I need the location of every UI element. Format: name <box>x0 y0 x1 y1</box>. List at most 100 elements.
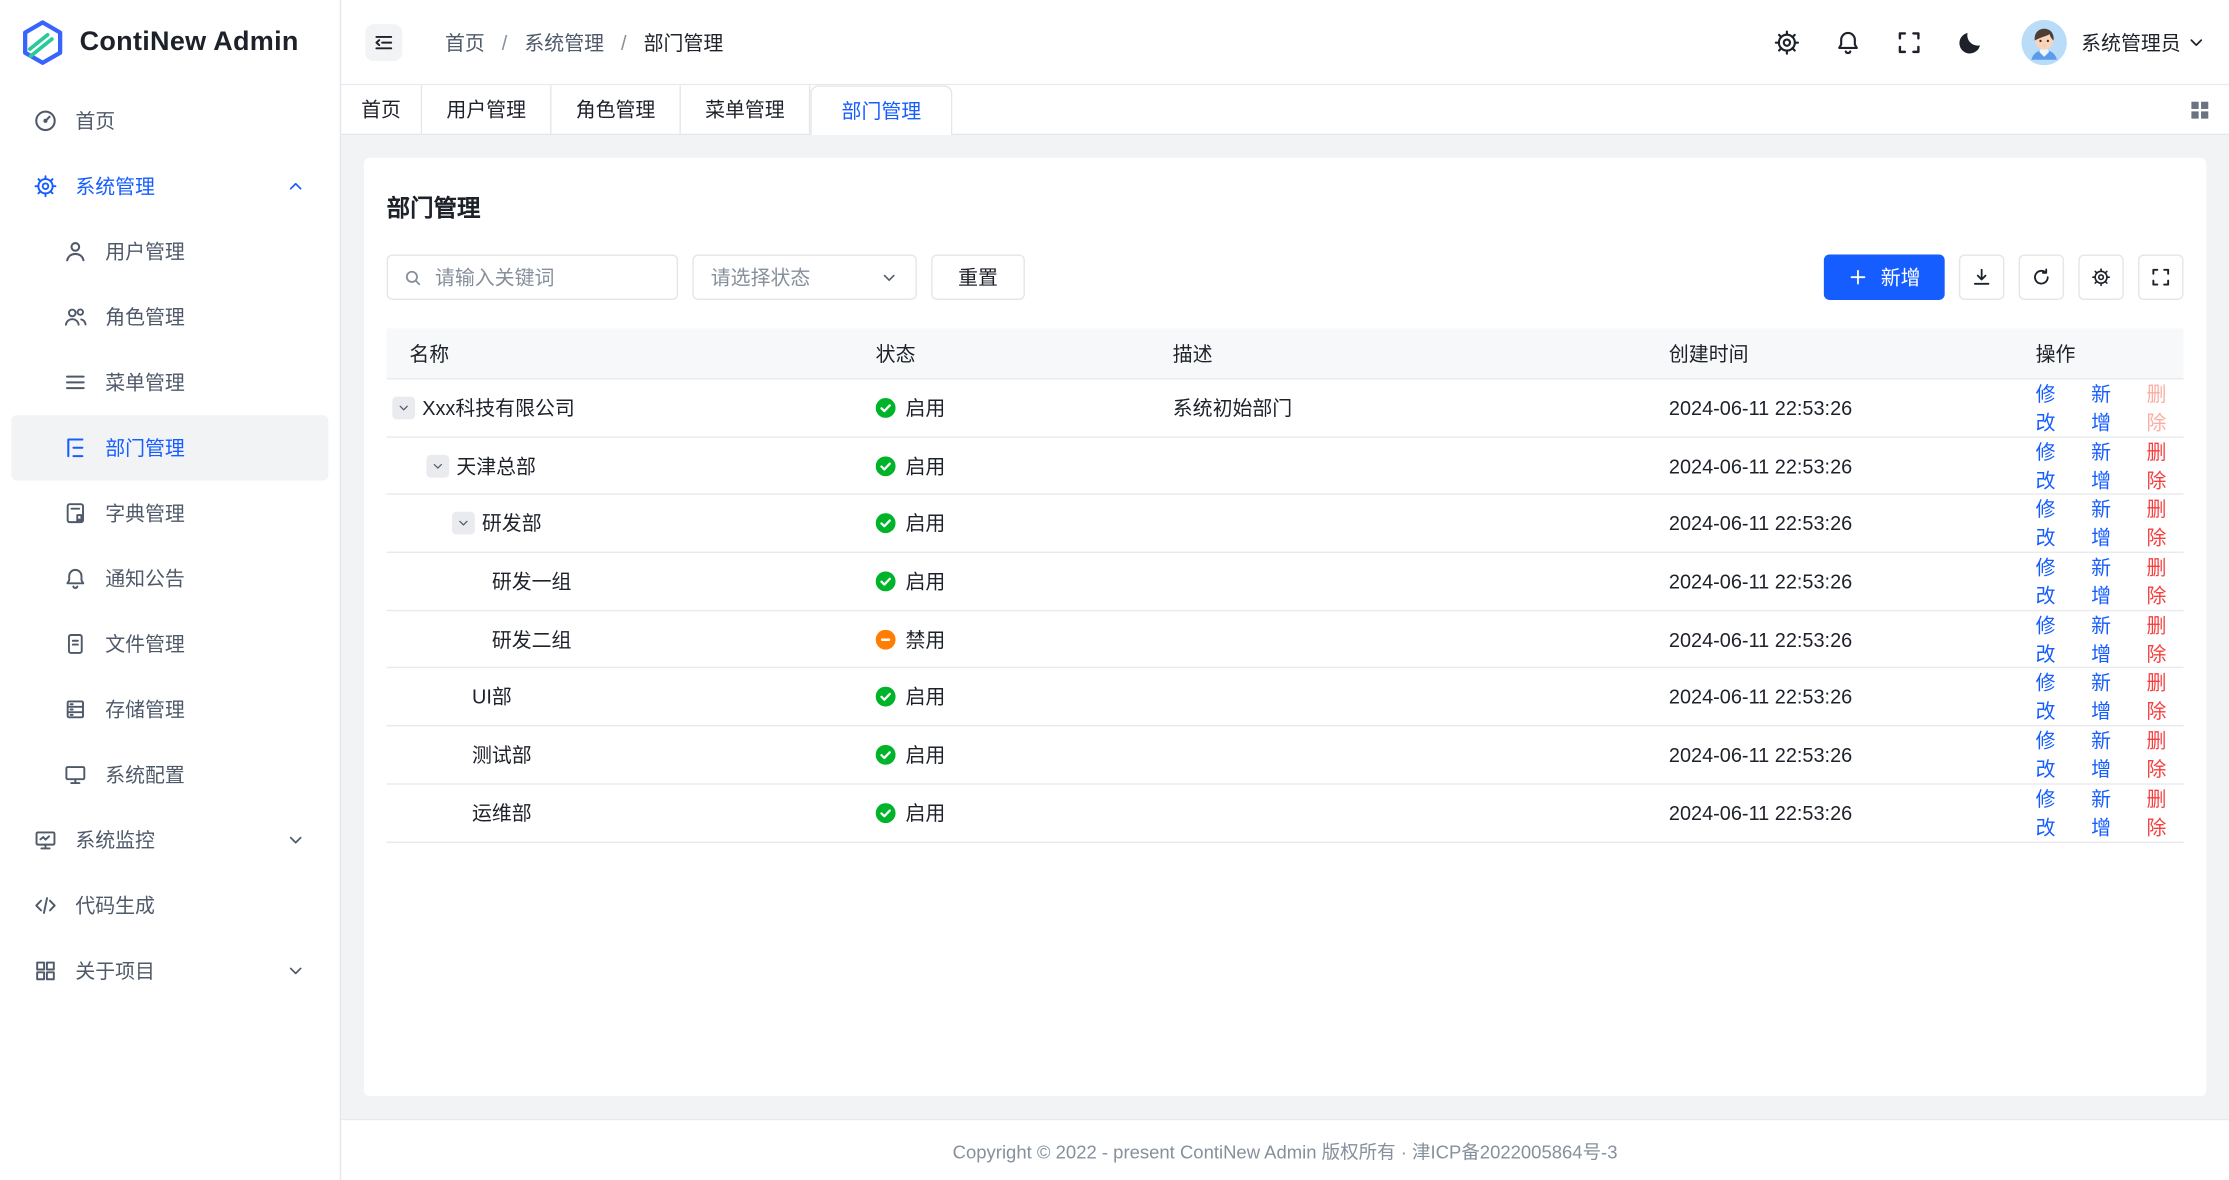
search-icon <box>402 267 423 288</box>
status-disabled-icon <box>876 629 896 649</box>
department-name: UI部 <box>472 683 512 711</box>
tab-home[interactable]: 首页 <box>341 85 422 133</box>
sidebar-item-label: 用户管理 <box>105 237 328 265</box>
sidebar-item-label: 存储管理 <box>105 695 328 723</box>
delete-link[interactable]: 删除 <box>2147 611 2184 668</box>
created-time: 2024-06-11 22:53:26 <box>1646 512 2013 535</box>
department-name: 天津总部 <box>456 451 536 479</box>
sidebar-item-system-config[interactable]: 系统配置 <box>11 742 328 807</box>
add-child-link[interactable]: 新增 <box>2091 669 2128 726</box>
notifications-bell-icon[interactable] <box>1834 28 1862 56</box>
toolbar-right: 新增 <box>1824 254 2184 299</box>
add-child-link[interactable]: 新增 <box>2091 611 2128 668</box>
edit-link[interactable]: 修改 <box>2036 553 2073 610</box>
sidebar-item-file-management[interactable]: 文件管理 <box>11 611 328 676</box>
tab-list-grid-icon[interactable] <box>2188 85 2212 133</box>
dark-mode-moon-icon[interactable] <box>1956 28 1984 56</box>
status-enabled-icon <box>876 513 896 533</box>
table-row: 天津总部 启用 2024-06-11 22:53:26 修改新增删除 <box>387 437 2184 495</box>
monitor-chart-icon <box>33 827 59 853</box>
edit-link[interactable]: 修改 <box>2036 611 2073 668</box>
add-child-link[interactable]: 新增 <box>2091 726 2128 783</box>
chevron-down-icon[interactable] <box>2186 32 2206 52</box>
status-select-placeholder: 请选择状态 <box>711 263 880 291</box>
delete-link[interactable]: 删除 <box>2147 437 2184 494</box>
refresh-button[interactable] <box>2019 254 2064 299</box>
sidebar-collapse-button[interactable] <box>365 23 402 60</box>
sidebar-item-system-monitor[interactable]: 系统监控 <box>11 807 328 872</box>
status-select[interactable]: 请选择状态 <box>692 254 917 299</box>
export-download-button[interactable] <box>1959 254 2004 299</box>
breadcrumb-home[interactable]: 首页 <box>445 28 485 56</box>
fullscreen-icon[interactable] <box>1895 28 1923 56</box>
table-row: 运维部 启用 2024-06-11 22:53:26 修改新增删除 <box>387 784 2184 842</box>
department-name: 研发部 <box>482 509 542 537</box>
logo[interactable]: ContiNew Admin <box>0 0 340 85</box>
tree-icon <box>63 435 89 461</box>
delete-link[interactable]: 删除 <box>2147 553 2184 610</box>
gear-icon <box>33 173 59 199</box>
tab-department-management[interactable]: 部门管理 <box>810 85 952 135</box>
delete-link[interactable]: 删除 <box>2147 726 2184 783</box>
search-input[interactable]: 请输入关键词 <box>387 254 678 299</box>
tab-user-management[interactable]: 用户管理 <box>422 85 551 133</box>
sidebar-item-notice[interactable]: 通知公告 <box>11 546 328 611</box>
breadcrumb-separator: / <box>621 31 627 54</box>
edit-link[interactable]: 修改 <box>2036 784 2073 841</box>
sidebar-item-code-generation[interactable]: 代码生成 <box>11 873 328 938</box>
delete-link[interactable]: 删除 <box>2147 495 2184 552</box>
edit-link[interactable]: 修改 <box>2036 495 2073 552</box>
add-child-link[interactable]: 新增 <box>2091 437 2128 494</box>
breadcrumb-current: 部门管理 <box>644 28 724 56</box>
settings-icon[interactable] <box>1773 28 1801 56</box>
edit-link[interactable]: 修改 <box>2036 726 2073 783</box>
tree-collapse-icon[interactable] <box>452 512 475 535</box>
sidebar-item-role-management[interactable]: 角色管理 <box>11 284 328 349</box>
sidebar-item-menu-management[interactable]: 菜单管理 <box>11 350 328 415</box>
tree-collapse-icon[interactable] <box>426 454 449 477</box>
sidebar-item-about-project[interactable]: 关于项目 <box>11 938 328 1003</box>
breadcrumb-system-management[interactable]: 系统管理 <box>524 28 604 56</box>
chevron-down-icon <box>286 961 306 981</box>
breadcrumb: 首页 / 系统管理 / 部门管理 <box>445 28 723 56</box>
tab-menu-management[interactable]: 菜单管理 <box>681 85 810 133</box>
edit-link[interactable]: 修改 <box>2036 669 2073 726</box>
add-child-link[interactable]: 新增 <box>2091 379 2128 436</box>
tree-collapse-icon[interactable] <box>392 396 415 419</box>
add-child-link[interactable]: 新增 <box>2091 784 2128 841</box>
bell-icon <box>63 566 89 592</box>
avatar[interactable] <box>2021 19 2066 64</box>
column-header-status: 状态 <box>853 339 1150 367</box>
status-label: 启用 <box>906 394 946 422</box>
chevron-down-icon <box>880 268 898 286</box>
column-settings-button[interactable] <box>2078 254 2123 299</box>
sidebar-item-home[interactable]: 首页 <box>11 88 328 153</box>
add-button[interactable]: 新增 <box>1824 254 1945 299</box>
delete-link[interactable]: 删除 <box>2147 784 2184 841</box>
sidebar-item-storage-management[interactable]: 存储管理 <box>11 677 328 742</box>
edit-link[interactable]: 修改 <box>2036 379 2073 436</box>
status-enabled-icon <box>876 571 896 591</box>
reset-button[interactable]: 重置 <box>931 254 1025 299</box>
add-child-link[interactable]: 新增 <box>2091 553 2128 610</box>
dashboard-icon <box>33 108 59 134</box>
plus-icon <box>1848 267 1868 287</box>
table-fullscreen-button[interactable] <box>2138 254 2183 299</box>
edit-link[interactable]: 修改 <box>2036 437 2073 494</box>
app-title: ContiNew Admin <box>80 27 299 58</box>
tab-role-management[interactable]: 角色管理 <box>552 85 681 133</box>
add-child-link[interactable]: 新增 <box>2091 495 2128 552</box>
sidebar-item-label: 代码生成 <box>75 891 328 919</box>
sidebar-item-user-management[interactable]: 用户管理 <box>11 219 328 284</box>
username[interactable]: 系统管理员 <box>2081 28 2181 56</box>
main-area: 首页 / 系统管理 / 部门管理 <box>341 0 2229 1180</box>
department-card: 部门管理 请输入关键词 请选择状态 <box>364 158 2206 1096</box>
sidebar-item-system-management[interactable]: 系统管理 <box>11 154 328 219</box>
department-name: 研发一组 <box>492 567 572 595</box>
sidebar-item-dictionary-management[interactable]: 字典管理 <box>11 480 328 545</box>
tree-indent <box>387 754 472 755</box>
delete-link[interactable]: 删除 <box>2147 669 2184 726</box>
tab-bar: 首页 用户管理 角色管理 菜单管理 部门管理 <box>341 85 2229 135</box>
sidebar-item-label: 系统配置 <box>105 761 328 789</box>
sidebar-item-department-management[interactable]: 部门管理 <box>11 415 328 480</box>
